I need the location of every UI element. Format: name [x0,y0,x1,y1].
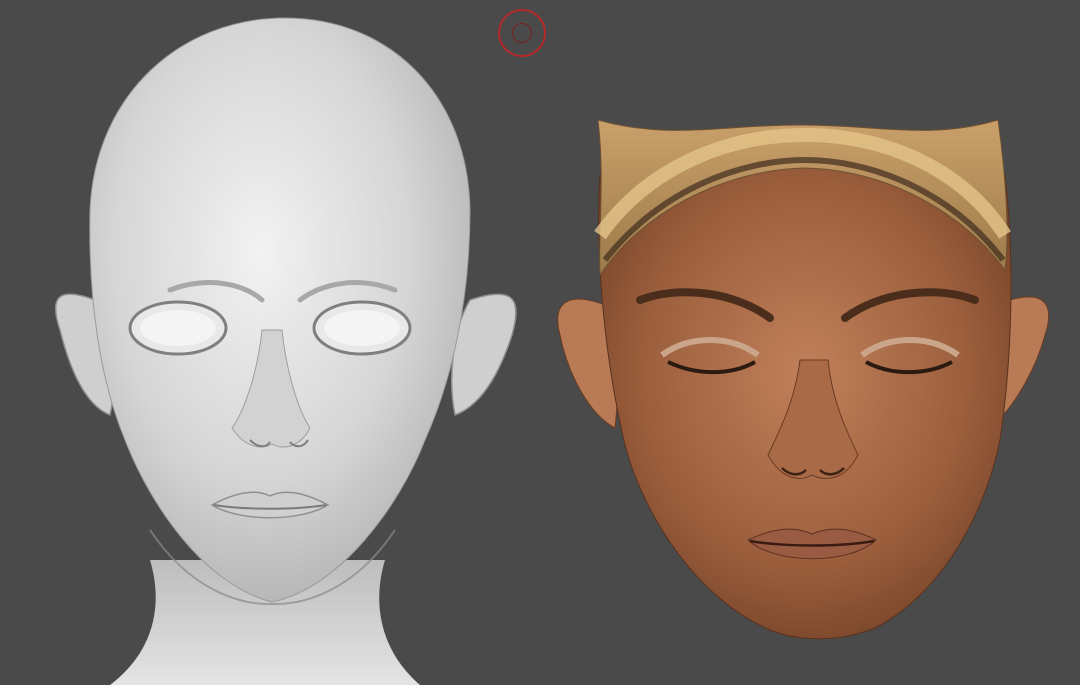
brush-cursor-icon [498,9,546,57]
textured-scan-model[interactable] [557,119,1050,640]
3d-viewport[interactable] [0,0,1080,685]
clay-head-model[interactable] [54,17,517,685]
brush-cursor-inner-ring [512,23,532,43]
scene-canvas[interactable] [0,0,1080,685]
